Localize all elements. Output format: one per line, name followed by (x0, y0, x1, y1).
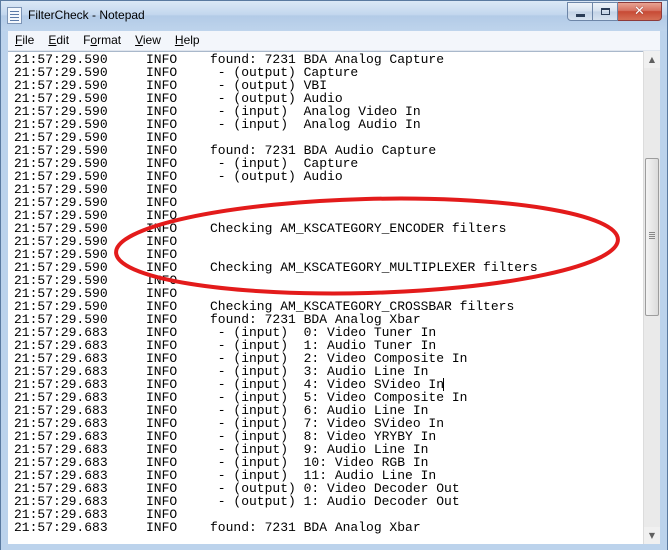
minimize-button[interactable] (567, 2, 593, 21)
log-message: Checking AM_KSCATEGORY_ENCODER filters (210, 221, 507, 236)
log-level: INFO (146, 520, 178, 535)
window-bottom-border (1, 544, 667, 550)
vertical-scrollbar[interactable]: ▲ ▼ (643, 51, 660, 544)
menu-item-file[interactable]: File (8, 31, 41, 50)
menu-label-part: rmat (97, 33, 122, 47)
caption-buttons: ✕ (567, 2, 662, 22)
notepad-app-icon[interactable] (7, 7, 22, 24)
scrollbar-thumb[interactable] (645, 158, 659, 316)
maximize-button[interactable] (593, 2, 618, 21)
maximize-icon (600, 8, 610, 15)
notepad-window: FilterCheck - Notepad ✕ File Edit Format Vi… (0, 0, 668, 550)
menu-accelerator-key: V (135, 33, 143, 47)
window-title: FilterCheck - Notepad (28, 8, 145, 22)
log-message: Checking AM_KSCATEGORY_MULTIPLEXER filte… (210, 260, 538, 275)
log-message: - (input) Analog Audio In (210, 117, 421, 132)
menu-item-edit[interactable]: Edit (41, 31, 76, 50)
text-editor-area[interactable]: 21:57:29.590 INFO found: 7231 BDA Analog C… (8, 51, 643, 545)
text-caret (443, 378, 444, 391)
minimize-icon (575, 14, 585, 17)
menu-accelerator-key: H (174, 33, 184, 47)
menu-label-part: elp (183, 33, 200, 47)
menu-item-help[interactable]: Help (168, 31, 207, 50)
log-message: - (output) Audio (210, 169, 343, 184)
menu-item-view[interactable]: View (128, 31, 168, 50)
close-button[interactable]: ✕ (618, 2, 662, 21)
log-message: - (output) 1: Audio Decoder Out (210, 494, 460, 509)
title-bar[interactable]: FilterCheck - Notepad ✕ (1, 1, 667, 31)
log-message: found: 7231 BDA Analog Xbar (210, 520, 421, 535)
menu-item-format[interactable]: Format (76, 31, 128, 50)
menu-bar: File Edit Format View Help (8, 31, 660, 51)
menu-label-part: iew (142, 33, 161, 47)
scroll-down-arrow-icon[interactable]: ▼ (644, 527, 660, 544)
log-timestamp: 21:57:29.683 (14, 520, 108, 535)
close-icon: ✕ (634, 4, 645, 19)
menu-label-part: ile (22, 33, 35, 47)
menu-label-part: dit (56, 33, 70, 47)
scrollbar-grip-icon (649, 232, 655, 233)
scroll-up-arrow-icon[interactable]: ▲ (644, 51, 660, 68)
